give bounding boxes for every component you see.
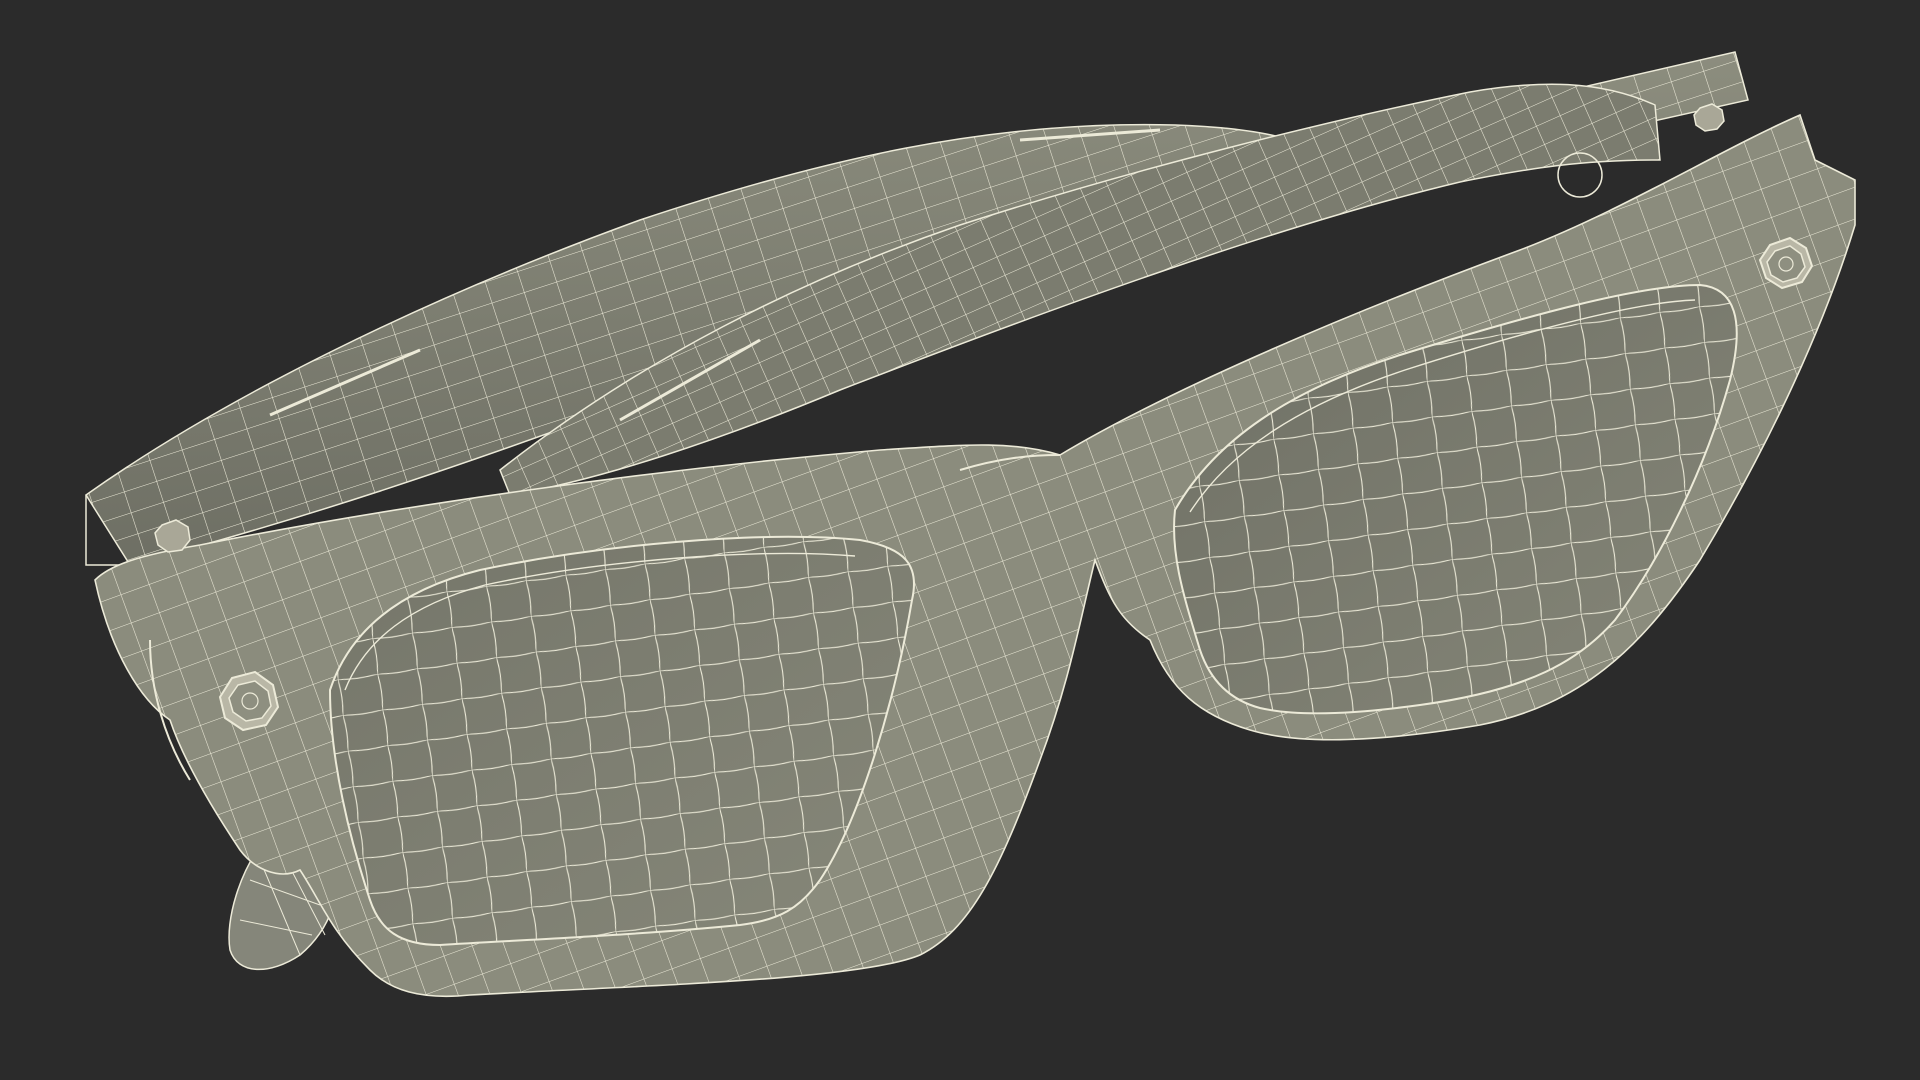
sunglasses-wireframe-render — [84, 51, 1856, 998]
3d-viewport[interactable] — [0, 0, 1920, 1080]
